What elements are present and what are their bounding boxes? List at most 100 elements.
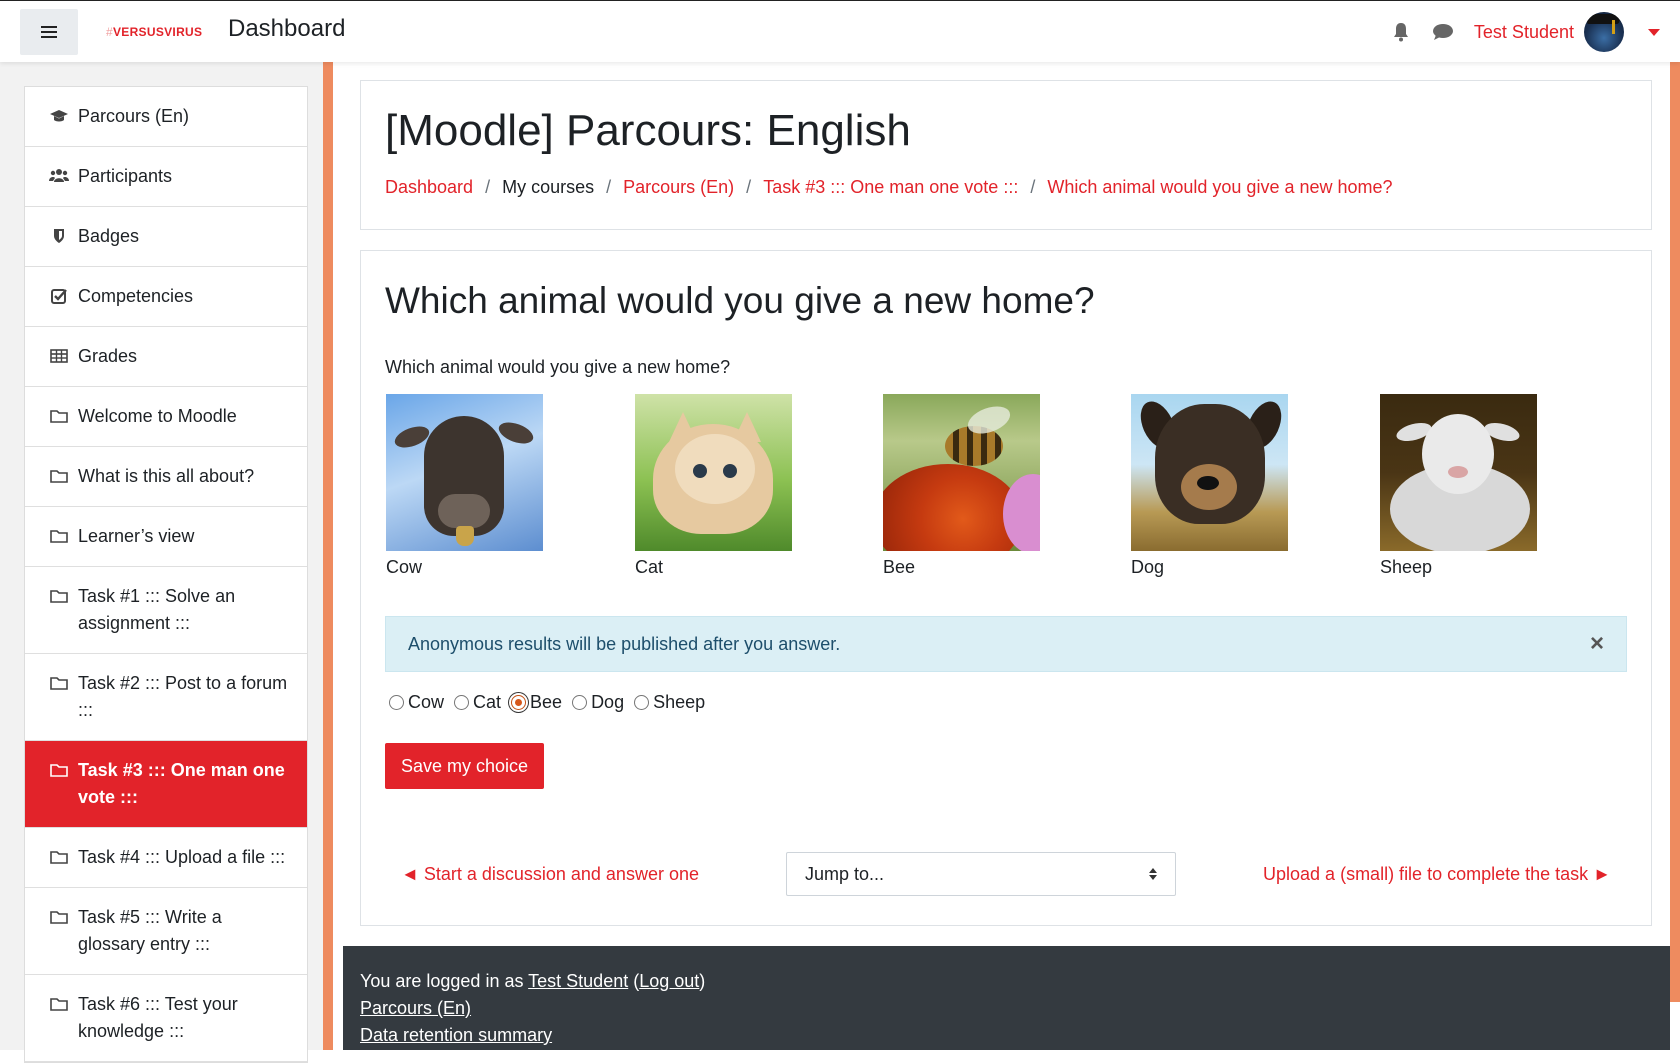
cat-image — [635, 394, 792, 551]
course-nav-list: Parcours (En) Participants Badges Compet… — [24, 86, 308, 1063]
animal-label: Sheep — [1380, 557, 1433, 577]
option-dog[interactable]: Dog — [568, 692, 624, 713]
bell-icon[interactable] — [1392, 22, 1410, 42]
sidebar-item-task-5[interactable]: Task #5 ::: Write a glossary entry ::: — [25, 888, 307, 975]
logout-link[interactable]: Log out — [639, 971, 699, 991]
hamburger-icon — [41, 26, 57, 38]
animal-cow: Cow — [386, 394, 546, 578]
page-header: [Moodle] Parcours: English Dashboard / M… — [360, 80, 1652, 230]
animal-label: Cow — [386, 557, 423, 577]
jump-to-label: Jump to... — [805, 863, 885, 884]
login-prefix: You are logged in as — [360, 971, 529, 991]
sidebar-item-label: Task #6 ::: Test your knowledge ::: — [78, 994, 238, 1041]
sidebar-item-label: Welcome to Moodle — [78, 406, 237, 426]
site-title[interactable]: Dashboard — [228, 15, 345, 43]
alert-text: Anonymous results will be published afte… — [408, 633, 841, 654]
question-text: Which animal would you give a new home? — [385, 357, 731, 377]
sidebar-item-learners-view[interactable]: Learner’s view — [25, 507, 307, 567]
radio-button[interactable] — [389, 695, 404, 710]
save-choice-button[interactable]: Save my choice — [385, 743, 545, 789]
page-scrollbar[interactable] — [1670, 62, 1680, 1002]
top-navbar: #VERSUSVIRUS Dashboard Test Student — [0, 0, 1680, 62]
footer-user-link[interactable]: Test Student — [528, 971, 628, 991]
sidebar-item-task-3[interactable]: Task #3 ::: One man one vote ::: — [25, 741, 307, 828]
user-nav: Test Student — [1392, 1, 1660, 63]
sidebar-item-label: Participants — [78, 166, 173, 186]
activity-navigation: ◄ Start a discussion and answer one Jump… — [385, 851, 1627, 897]
radio-button-selected[interactable] — [511, 695, 527, 710]
sidebar-item-welcome[interactable]: Welcome to Moodle — [25, 387, 307, 447]
users-icon — [49, 169, 69, 182]
close-icon[interactable]: × — [1590, 632, 1604, 656]
sidebar-item-task-2[interactable]: Task #2 ::: Post to a forum ::: — [25, 654, 307, 741]
sidebar-item-parcours[interactable]: Parcours (En) — [25, 87, 307, 147]
user-menu-caret-icon[interactable] — [1648, 28, 1660, 36]
activity-heading: Which animal would you give a new home? — [385, 280, 1095, 321]
sidebar-item-badges[interactable]: Badges — [25, 207, 307, 267]
cow-image — [386, 394, 543, 551]
sidebar-item-task-1[interactable]: Task #1 ::: Solve an assignment ::: — [25, 567, 307, 654]
breadcrumb-course[interactable]: Parcours (En) — [623, 177, 734, 198]
option-label: Sheep — [653, 692, 706, 712]
breadcrumb-dashboard[interactable]: Dashboard — [385, 177, 473, 198]
animal-dog: Dog — [1131, 394, 1291, 578]
sidebar-item-participants[interactable]: Participants — [25, 147, 307, 207]
login-info: You are logged in as Test Student (Log o… — [360, 968, 1653, 995]
breadcrumb-my-courses: My courses — [502, 177, 595, 197]
prev-activity-link[interactable]: ◄ Start a discussion and answer one — [385, 864, 715, 885]
animal-label: Dog — [1131, 557, 1165, 577]
chat-icon[interactable] — [1432, 23, 1454, 41]
sidebar-item-what-is-this[interactable]: What is this all about? — [25, 447, 307, 507]
graduation-cap-icon — [50, 110, 68, 122]
breadcrumb: Dashboard / My courses / Parcours (En) /… — [385, 177, 1627, 198]
sidebar-item-label: Badges — [78, 226, 140, 246]
radio-button[interactable] — [634, 695, 650, 710]
folder-icon — [50, 998, 68, 1011]
animal-bee: Bee — [883, 394, 1043, 578]
animal-sheep: Sheep — [1380, 394, 1540, 578]
data-retention-link[interactable]: Data retention summary — [360, 1025, 552, 1045]
option-sheep[interactable]: Sheep — [630, 692, 705, 713]
folder-icon — [50, 470, 68, 483]
logo-hash: # — [106, 25, 113, 39]
sidebar-item-competencies[interactable]: Competencies — [25, 267, 307, 327]
breadcrumb-separator: / — [485, 177, 491, 197]
choice-options: Cow Cat Bee Dog Sheep — [385, 692, 1627, 713]
folder-icon — [50, 677, 68, 690]
radio-button[interactable] — [454, 695, 470, 710]
animal-gallery: Cow Cat Bee Dog Sheep — [385, 394, 1627, 594]
radio-button[interactable] — [572, 695, 588, 710]
sidebar-item-label: Grades — [78, 346, 138, 366]
breadcrumb-section[interactable]: Task #3 ::: One man one vote ::: — [763, 177, 1018, 198]
user-name[interactable]: Test Student — [1474, 22, 1574, 43]
site-logo[interactable]: #VERSUSVIRUS — [106, 25, 202, 39]
next-activity-link[interactable]: Upload a (small) file to complete the ta… — [1247, 864, 1627, 885]
sidebar-item-label: Task #5 ::: Write a glossary entry ::: — [78, 907, 222, 954]
folder-icon — [50, 590, 68, 603]
footer-course-link[interactable]: Parcours (En) — [360, 998, 471, 1018]
sidebar-item-label: Task #4 ::: Upload a file ::: — [78, 847, 286, 867]
avatar[interactable] — [1584, 12, 1624, 52]
sidebar-item-task-6[interactable]: Task #6 ::: Test your knowledge ::: — [25, 975, 307, 1062]
jump-to-select[interactable]: Jump to... — [786, 852, 1176, 896]
option-cat[interactable]: Cat — [450, 692, 501, 713]
folder-icon — [50, 530, 68, 543]
sidebar-item-grades[interactable]: Grades — [25, 327, 307, 387]
sidebar-item-label: Task #1 ::: Solve an assignment ::: — [78, 586, 236, 633]
shield-icon — [54, 229, 64, 243]
sidebar-item-label: What is this all about? — [78, 466, 255, 486]
option-bee[interactable]: Bee — [507, 692, 562, 713]
option-label: Bee — [530, 692, 563, 712]
logout-close-paren: ) — [699, 971, 706, 991]
folder-icon — [50, 410, 68, 423]
breadcrumb-activity[interactable]: Which animal would you give a new home? — [1047, 177, 1392, 198]
sidebar-item-label: Learner’s view — [78, 526, 195, 546]
animal-cat: Cat — [635, 394, 795, 578]
drawer-toggle-button[interactable] — [20, 9, 78, 55]
sidebar-item-label: Task #2 ::: Post to a forum ::: — [78, 673, 288, 720]
breadcrumb-separator: / — [1030, 177, 1036, 197]
info-alert: Anonymous results will be published afte… — [385, 616, 1627, 672]
sidebar-item-task-4[interactable]: Task #4 ::: Upload a file ::: — [25, 828, 307, 888]
option-cow[interactable]: Cow — [385, 692, 444, 713]
sheep-image — [1380, 394, 1537, 551]
